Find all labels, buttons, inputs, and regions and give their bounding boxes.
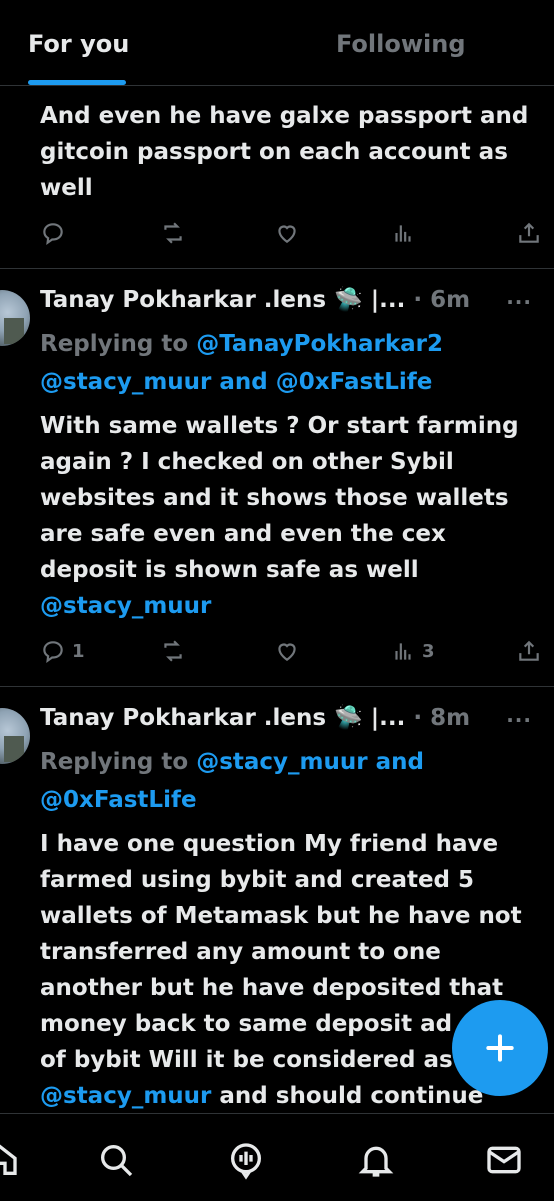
reply-count: 1: [72, 640, 85, 662]
tweet-text-line: gitcoin passport on each account as: [40, 139, 508, 165]
home-icon[interactable]: [0, 1140, 20, 1180]
tweet-text-line: are safe even and even the cex: [40, 521, 446, 547]
views-count: 3: [422, 640, 435, 662]
heart-icon: [278, 225, 296, 243]
spaces-icon[interactable]: [226, 1140, 266, 1180]
tweet-text-fragment: and should continue: [219, 1083, 484, 1109]
tweet-header: Tanay Pokharkar .lens 🛸 |... · 8m: [40, 704, 470, 731]
tweet-text-line: another but he have deposited that: [40, 975, 504, 1001]
tweet-text-line: of bybit Will it be considered as: [40, 1047, 453, 1073]
avatar[interactable]: [0, 708, 30, 764]
heart-icon: [278, 643, 296, 661]
search-icon[interactable]: [96, 1140, 136, 1180]
mention-link[interactable]: @TanayPokharkar2: [196, 331, 443, 357]
like-button[interactable]: [274, 216, 300, 250]
more-options-icon[interactable]: ···: [506, 708, 532, 732]
replying-to-label: Replying to: [40, 331, 189, 357]
active-tab-indicator: [28, 80, 126, 85]
avatar[interactable]: [0, 290, 30, 346]
tweet-text-line: @stacy_muur and should continue: [40, 1078, 483, 1114]
replying-to-label: Replying to: [40, 749, 189, 775]
tweet-text-line: well: [40, 175, 93, 201]
tweet-text-line: again ? I checked on other Sybil: [40, 449, 454, 475]
tweet-text-line: deposit is shown safe as well: [40, 557, 419, 583]
repost-button[interactable]: [160, 216, 186, 250]
tweet-divider: [0, 686, 554, 687]
tweet-header: Tanay Pokharkar .lens 🛸 |... · 6m: [40, 286, 470, 313]
reply-button[interactable]: 1: [40, 634, 85, 668]
views-button[interactable]: 3: [390, 634, 435, 668]
plus-icon: [486, 1034, 514, 1062]
tweet-actions: [40, 216, 550, 250]
reply-icon: [43, 223, 63, 246]
repost-icon: [164, 640, 182, 662]
timestamp[interactable]: · 6m: [413, 287, 470, 313]
tab-following[interactable]: Following: [336, 30, 466, 58]
repost-button[interactable]: [160, 634, 186, 668]
views-icon: [395, 643, 411, 660]
tweet-text-line: I have one question My friend have: [40, 831, 499, 857]
tab-for-you[interactable]: For you: [28, 30, 129, 58]
mention-and: and: [375, 749, 424, 775]
tweet-text-line: money back to same deposit ad: [40, 1011, 453, 1037]
replying-to-line: @stacy_muur and @0xFastLife: [40, 364, 432, 400]
timeline-tabs: For you Following: [0, 0, 554, 86]
like-button[interactable]: [274, 634, 300, 668]
tweet-divider: [0, 268, 554, 269]
tweet-text-line: wallets of Metamask but he have not: [40, 903, 522, 929]
mention-link[interactable]: @0xFastLife: [40, 782, 197, 818]
compose-button[interactable]: [452, 1000, 548, 1096]
tweet-actions: 1 3: [40, 634, 550, 668]
tweet-text-line: With same wallets ? Or start farming: [40, 413, 519, 439]
mention-link[interactable]: @stacy_muur: [40, 1083, 211, 1109]
tweet-text-line: websites and it shows those wallets: [40, 485, 509, 511]
repost-icon: [164, 222, 182, 244]
replying-to-line: Replying to @TanayPokharkar2: [40, 326, 443, 362]
share-icon: [519, 222, 539, 243]
views-button[interactable]: [390, 216, 416, 250]
mention-link[interactable]: @stacy_muur: [40, 369, 211, 395]
mention-and: and: [219, 369, 268, 395]
messages-icon[interactable]: [484, 1140, 524, 1180]
tweet-text-line: And even he have galxe passport and: [40, 103, 529, 129]
share-icon: [519, 640, 539, 661]
reply-icon: [43, 641, 63, 664]
reply-button[interactable]: [40, 216, 66, 250]
share-button[interactable]: [516, 216, 542, 250]
mention-link[interactable]: @stacy_muur: [40, 588, 211, 624]
replying-to-line: Replying to @stacy_muur and: [40, 744, 424, 780]
bottom-nav: [0, 1113, 554, 1201]
author-name[interactable]: Tanay Pokharkar .lens 🛸 |...: [40, 287, 405, 313]
more-options-icon[interactable]: ···: [506, 290, 532, 314]
notifications-icon[interactable]: [356, 1140, 396, 1180]
author-name[interactable]: Tanay Pokharkar .lens 🛸 |...: [40, 705, 405, 731]
tweet-text-line: transferred any amount to one: [40, 939, 441, 965]
mention-link[interactable]: @0xFastLife: [276, 369, 433, 395]
tweet-text-line: farmed using bybit and created 5: [40, 867, 475, 893]
timestamp[interactable]: · 8m: [413, 705, 470, 731]
mention-link[interactable]: @stacy_muur: [196, 749, 367, 775]
share-button[interactable]: [516, 634, 542, 668]
views-icon: [395, 225, 411, 242]
